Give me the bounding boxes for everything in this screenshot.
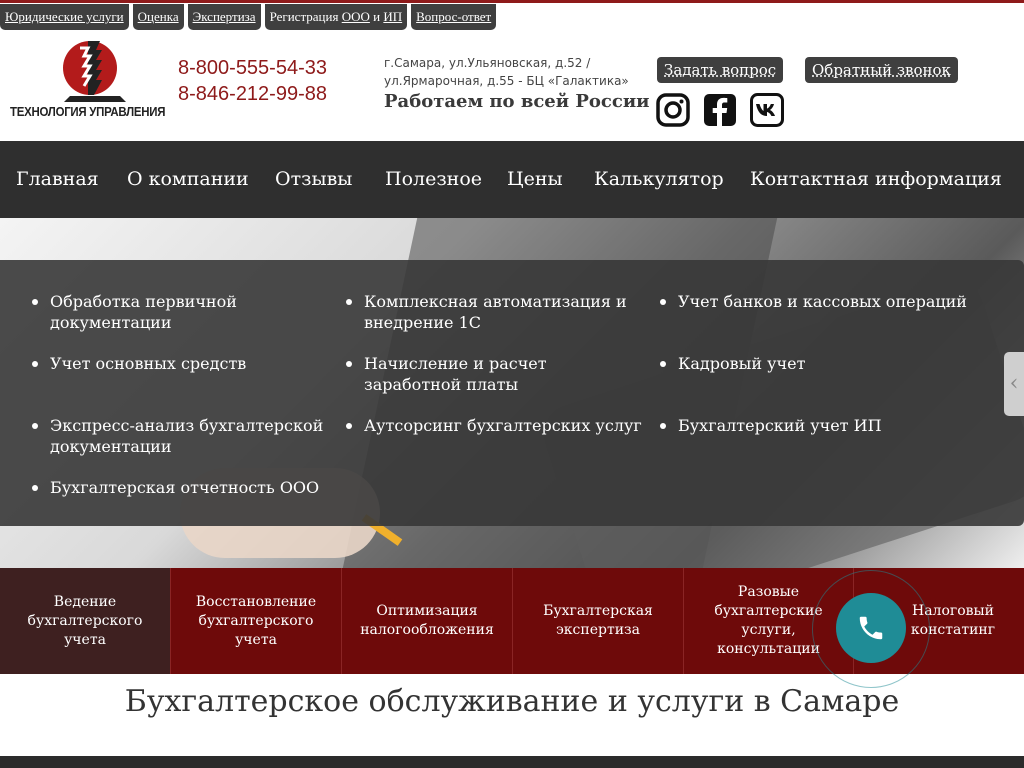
- service-item[interactable]: Аутсорсинг бухгалтерских услуг: [346, 415, 649, 436]
- service-item[interactable]: Учет банков и кассовых операций: [660, 291, 1008, 312]
- top-link-faq[interactable]: Вопрос-ответ: [411, 4, 497, 30]
- address-line-2: ул.Ярмарочная, д.55 - БЦ «Галактика»: [384, 74, 629, 88]
- service-item[interactable]: Экспресс-анализ бухгалтерской документац…: [32, 415, 325, 457]
- top-links-bar: Юридические услуги Оценка Экспертиза Рег…: [0, 4, 497, 30]
- nav-home[interactable]: Главная: [16, 141, 99, 218]
- nav-useful[interactable]: Полезное: [385, 141, 482, 218]
- logo-text: ТЕХНОЛОГИЯ УПРАВЛЕНИЯ: [10, 104, 166, 119]
- link-ip[interactable]: ИП: [383, 9, 402, 24]
- address: г.Самара, ул.Ульяновская, д.52 / ул.Ярма…: [384, 54, 629, 90]
- category-restoration[interactable]: Восстановление бухгалтерского учета: [171, 568, 342, 674]
- nav-calculator[interactable]: Калькулятор: [594, 141, 724, 218]
- address-line-1: г.Самара, ул.Ульяновская, д.52 /: [384, 56, 591, 70]
- category-bookkeeping[interactable]: Ведение бухгалтерского учета: [0, 568, 171, 674]
- facebook-icon[interactable]: [703, 93, 737, 127]
- phone-2[interactable]: 8-846-212-99-88: [178, 81, 327, 107]
- main-nav: Главная О компании Отзывы Полезное Цены …: [0, 141, 1024, 218]
- top-accent-line: [0, 0, 1024, 3]
- service-item[interactable]: Учет основных средств: [32, 353, 320, 374]
- phone-icon: [859, 616, 883, 640]
- phone-block: 8-800-555-54-33 8-846-212-99-88: [178, 55, 327, 107]
- ask-question-button[interactable]: Задать вопрос: [657, 57, 784, 83]
- callback-button[interactable]: Обратный звонок: [805, 57, 958, 83]
- service-item[interactable]: Бухгалтерская отчетность ООО: [32, 477, 325, 498]
- call-button[interactable]: [836, 593, 906, 663]
- service-item[interactable]: Комплексная автоматизация и внедрение 1С: [346, 291, 639, 333]
- service-item[interactable]: Бухгалтерский учет ИП: [660, 415, 978, 436]
- bottom-image-strip: [0, 756, 1024, 768]
- slogan: Работаем по всей России: [384, 91, 650, 112]
- phone-1[interactable]: 8-800-555-54-33: [178, 55, 327, 81]
- instagram-icon[interactable]: [656, 93, 690, 127]
- nav-prices[interactable]: Цены: [507, 141, 563, 218]
- top-link-expertise[interactable]: Экспертиза: [187, 4, 261, 30]
- nav-reviews[interactable]: Отзывы: [275, 141, 352, 218]
- link-ooo[interactable]: ООО: [342, 9, 370, 24]
- vk-icon[interactable]: [750, 93, 784, 127]
- page-title: Бухгалтерское обслуживание и услуги в Са…: [124, 684, 900, 719]
- top-link-registration: Регистрация ООО и ИП: [264, 4, 408, 30]
- top-link-appraisal[interactable]: Оценка: [132, 4, 184, 30]
- chevron-left-icon: ‹: [1009, 371, 1019, 396]
- service-item[interactable]: Начисление и расчет заработной платы: [346, 353, 644, 395]
- top-link-legal[interactable]: Юридические услуги: [0, 4, 129, 30]
- category-expertise[interactable]: Бухгалтерская экспертиза: [513, 568, 684, 674]
- side-expand-tab[interactable]: ‹: [1004, 352, 1024, 416]
- service-item[interactable]: Обработка первичной документации: [32, 291, 320, 333]
- nav-contacts[interactable]: Контактная информация: [750, 141, 1002, 218]
- nav-about[interactable]: О компании: [127, 141, 249, 218]
- services-panel: Обработка первичной документации Учет ос…: [0, 260, 1024, 526]
- service-item[interactable]: Кадровый учет: [660, 353, 978, 374]
- category-tax-optimization[interactable]: Оптимизация налогообложения: [342, 568, 513, 674]
